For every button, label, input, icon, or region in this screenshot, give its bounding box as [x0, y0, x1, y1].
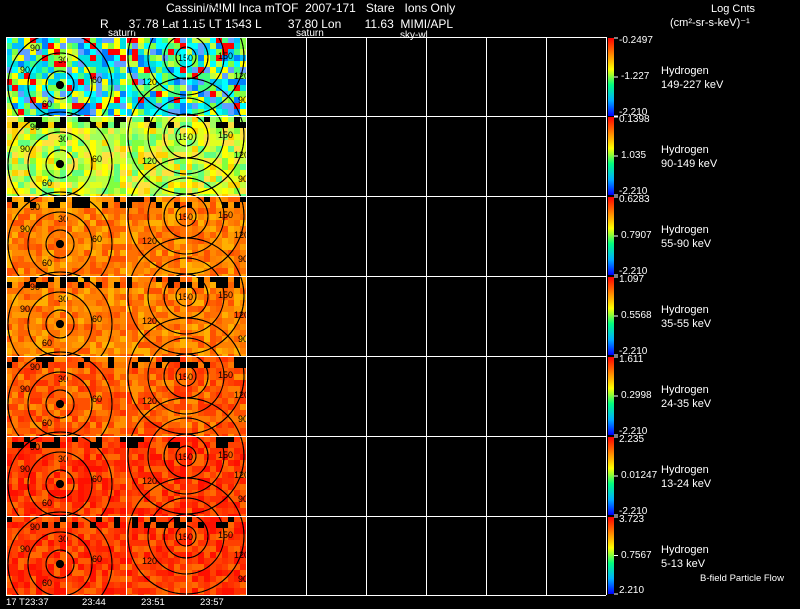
contour-label: 60 — [92, 394, 102, 404]
contour-label: 120 — [142, 156, 157, 166]
colorbar-max-label: 3.723 — [619, 514, 645, 525]
colorbar-mid-label: 0.7907 — [621, 230, 652, 241]
contour-label: 150 — [178, 53, 193, 63]
contour-label: 150 — [218, 210, 233, 220]
contour-label: 120 — [142, 396, 157, 406]
contour-label: 150 — [218, 290, 233, 300]
colorbar-max-label: 0.1398 — [619, 114, 650, 125]
band-energy-range: 55-90 keV — [661, 238, 712, 250]
contour-label: 90 — [30, 122, 40, 132]
contour-label: 150 — [178, 532, 193, 542]
colorbar-mid-label: -1.227 — [621, 71, 650, 82]
contour-label: 60 — [42, 578, 52, 588]
time-tick-label: 23:44 — [82, 597, 106, 608]
contour-label: 150 — [178, 452, 193, 462]
band-species-label: Hydrogen — [661, 304, 709, 316]
colorbar-min-label: 2.210 — [619, 585, 645, 596]
contour-label: 90 — [20, 384, 30, 394]
colorbar-max-label: -0.2497 — [619, 35, 653, 46]
colorbar — [608, 197, 614, 275]
contour-label: 150 — [218, 370, 233, 380]
contour-label: 60 — [42, 258, 52, 268]
contour-label: 90 — [20, 464, 30, 474]
band-energy-range: 13-24 keV — [661, 478, 712, 490]
band-species-label: Hydrogen — [661, 224, 709, 236]
footer-note: B-field Particle Flow — [700, 573, 784, 584]
colorbar-max-label: 0.6283 — [619, 194, 650, 205]
time-tick-label: 17 T23:37 — [6, 597, 49, 608]
contour-label: 60 — [42, 418, 52, 428]
contour-label: 150 — [218, 51, 233, 61]
colorbar-max-label: 1.611 — [619, 354, 644, 365]
band-energy-range: 24-35 keV — [661, 398, 712, 410]
contour-label: 90 — [30, 362, 40, 372]
colorbar-max-label: 2.235 — [619, 434, 645, 445]
band-species-label: Hydrogen — [661, 464, 709, 476]
colorbar — [608, 117, 614, 195]
colorbar — [608, 277, 614, 355]
contour-label: 150 — [218, 530, 233, 540]
band-energy-range: 90-149 keV — [661, 158, 718, 170]
colorbar — [608, 437, 614, 515]
contour-label: 90 — [30, 202, 40, 212]
colorbar — [608, 357, 614, 435]
colorbar-mid-label: 0.5568 — [621, 310, 652, 321]
colorbar — [608, 38, 614, 116]
contour-label: 150 — [178, 212, 193, 222]
colorbar — [608, 517, 614, 594]
contour-label: 120 — [142, 556, 157, 566]
band-energy-range: 35-55 keV — [661, 318, 712, 330]
contour-label: 60 — [92, 234, 102, 244]
contour-label: 90 — [20, 65, 30, 75]
contour-label: 60 — [42, 178, 52, 188]
contour-label: 60 — [92, 474, 102, 484]
colorbar-mid-label: 0.7567 — [621, 549, 652, 561]
colorbar-mid-label: 0.2998 — [621, 390, 652, 401]
contour-label: 90 — [20, 144, 30, 154]
contour-label: 90 — [20, 304, 30, 314]
band-energy-range: 149-227 keV — [661, 79, 724, 91]
band-species-label: Hydrogen — [661, 544, 709, 556]
colorbar-max-label: 1.097 — [619, 274, 645, 285]
contour-label: 120 — [142, 476, 157, 486]
contour-label: 90 — [30, 282, 40, 292]
contour-label: 60 — [42, 498, 52, 508]
colorbar-mid-label: 0.01247 — [621, 470, 658, 481]
time-tick-label: 23:57 — [200, 597, 224, 608]
contour-label: 150 — [178, 132, 193, 142]
contour-label: 90 — [30, 442, 40, 452]
contour-label: 150 — [218, 130, 233, 140]
band-energy-range: 5-13 keV — [661, 558, 706, 570]
contour-label: 60 — [42, 99, 52, 109]
contour-label: 150 — [178, 372, 193, 382]
contour-label: 150 — [178, 292, 193, 302]
contour-label: 90 — [20, 544, 30, 554]
contour-label: 90 — [30, 522, 40, 532]
contour-label: 60 — [42, 338, 52, 348]
contour-label: 120 — [142, 236, 157, 246]
contour-label: 120 — [142, 77, 157, 87]
contour-label: 150 — [218, 450, 233, 460]
contour-label: 60 — [92, 314, 102, 324]
contour-label: 60 — [92, 154, 102, 164]
contour-label: 90 — [20, 224, 30, 234]
contour-label: 60 — [92, 554, 102, 564]
time-tick-label: 23:51 — [141, 597, 165, 608]
contour-label: 120 — [142, 316, 157, 326]
contour-label: 90 — [30, 43, 40, 53]
band-species-label: Hydrogen — [661, 144, 709, 156]
band-species-label: Hydrogen — [661, 384, 709, 396]
band-species-label: Hydrogen — [661, 65, 709, 77]
colorbar-mid-label: 1.035 — [621, 150, 647, 161]
contour-label: 60 — [92, 75, 102, 85]
